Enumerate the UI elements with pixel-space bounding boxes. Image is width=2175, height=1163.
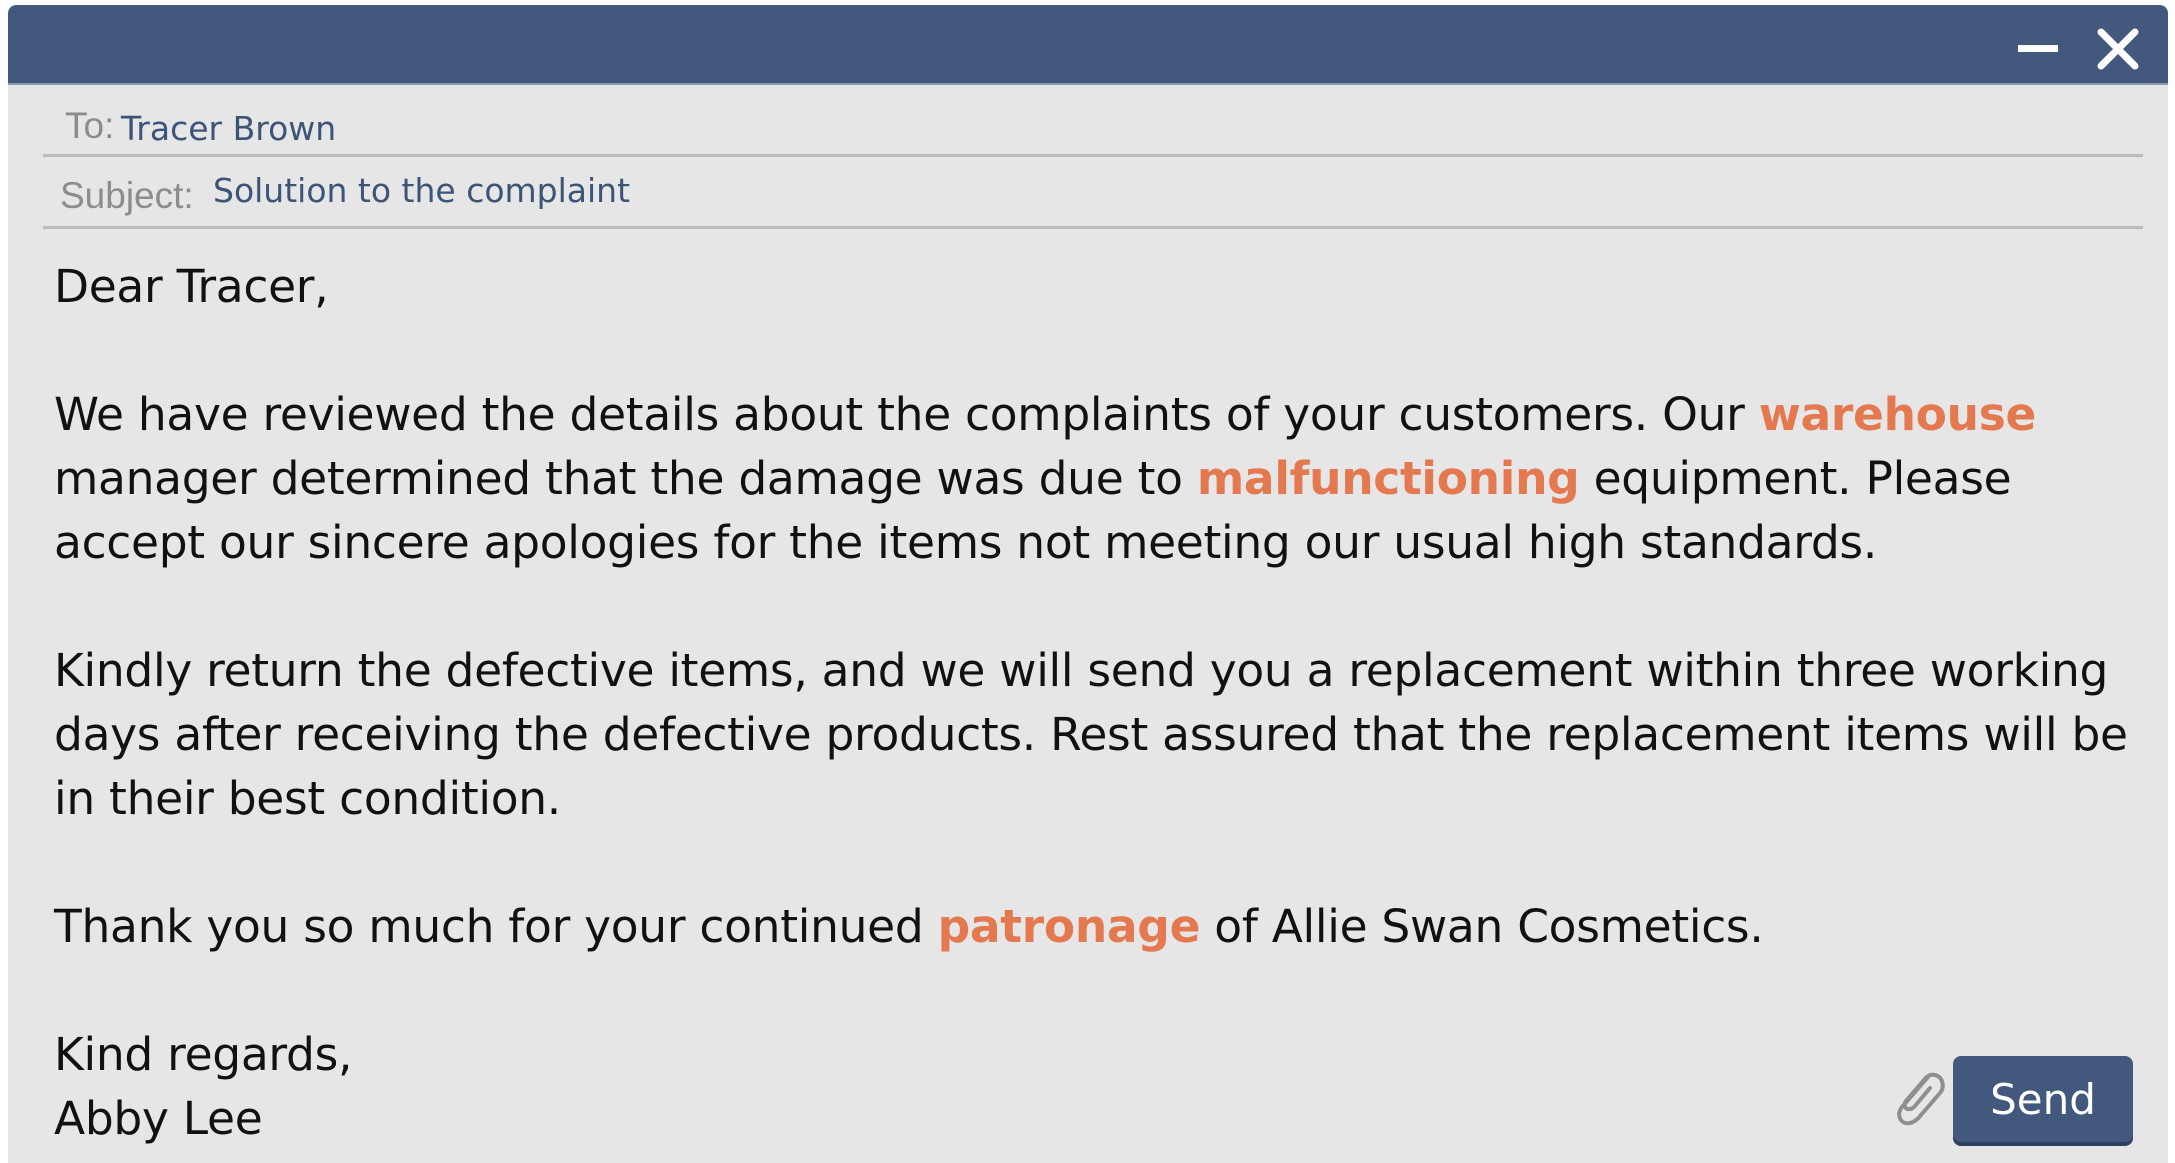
minimize-icon <box>2018 45 2058 52</box>
paragraph-3-text-a: Thank you so much for your continued <box>54 900 938 953</box>
paragraph-3: Thank you so much for your continued pat… <box>54 895 2154 959</box>
paragraph-1-text-a: We have reviewed the details about the c… <box>54 388 1759 441</box>
signature: Abby Lee <box>54 1092 263 1145</box>
closing: Kind regards, <box>54 1028 353 1081</box>
subject-label: Subject: <box>60 175 194 216</box>
subject-field-row: Subject: Solution to the complaint <box>43 157 2143 229</box>
to-field-row: To: Tracer Brown <box>43 85 2143 157</box>
minimize-button[interactable] <box>2016 27 2060 71</box>
to-label: To: <box>65 105 115 146</box>
keyword-warehouse: warehouse <box>1758 388 2037 441</box>
paragraph-3-text-b: of Allie Swan Cosmetics. <box>1200 900 1764 953</box>
paperclip-icon <box>1897 1072 1945 1126</box>
close-icon <box>2097 28 2139 70</box>
email-compose-window: To: Tracer Brown Subject: Solution to th… <box>8 5 2168 1163</box>
keyword-patronage: patronage <box>937 900 1201 953</box>
subject-field[interactable]: Solution to the complaint <box>213 171 630 210</box>
send-button[interactable]: Send <box>1953 1056 2133 1142</box>
paragraph-2: Kindly return the defective items, and w… <box>54 644 2128 825</box>
message-body[interactable]: Dear Tracer, We have reviewed the detail… <box>54 255 2154 1151</box>
paragraph-1-text-b: manager determined that the damage was d… <box>54 452 1197 505</box>
paragraph-1: We have reviewed the details about the c… <box>54 383 2154 575</box>
to-field[interactable]: Tracer Brown <box>121 109 336 148</box>
close-button[interactable] <box>2096 27 2140 71</box>
title-bar <box>8 5 2168 85</box>
keyword-malfunctioning: malfunctioning <box>1196 452 1580 505</box>
greeting: Dear Tracer, <box>54 260 329 313</box>
attach-button[interactable] <box>1888 1065 1948 1131</box>
